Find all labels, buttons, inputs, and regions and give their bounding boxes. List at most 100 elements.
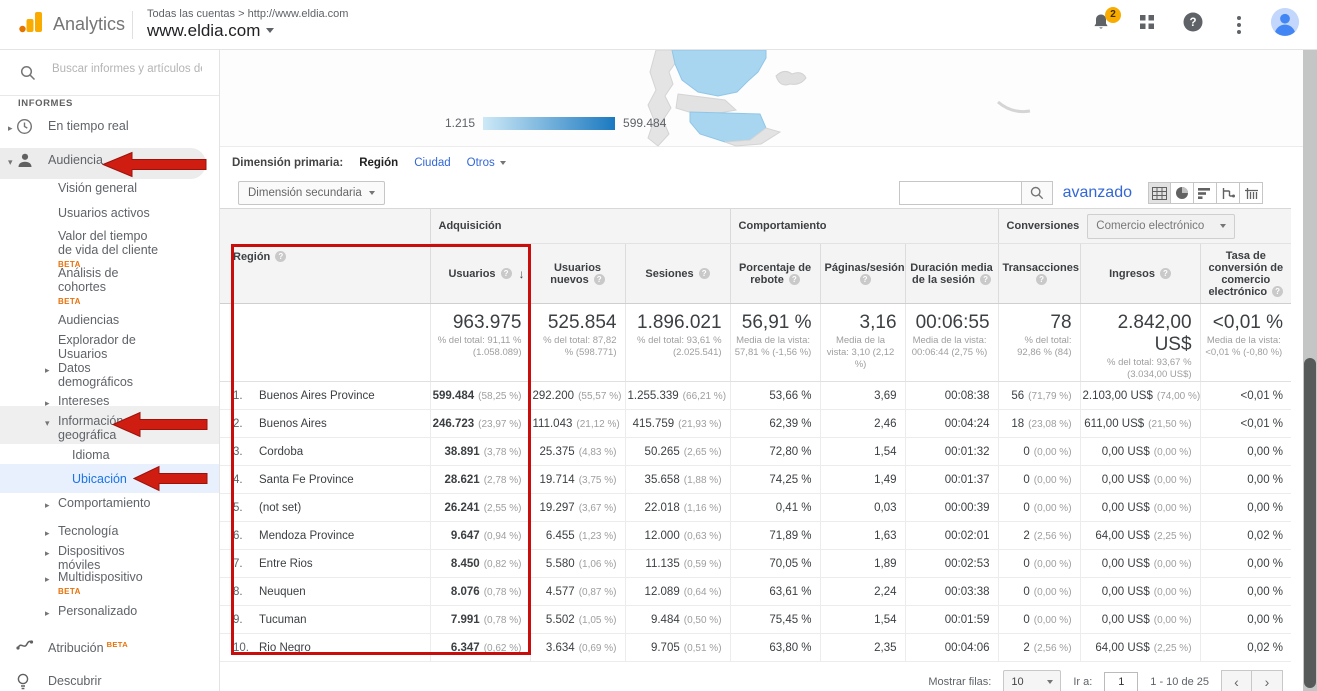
dimension-others-tab[interactable]: Otros [467,157,506,169]
goto-page-input[interactable] [1104,672,1138,691]
dimension-region-tab[interactable]: Región [359,157,398,169]
region-name[interactable]: (not set) [259,502,301,514]
more-options-button[interactable] [1227,13,1251,37]
cell-percent: (0,78 %) [484,587,522,598]
help-button[interactable]: ? [1181,13,1205,37]
help-badge-icon[interactable]: ? [1272,286,1283,297]
column-header-usuarios[interactable]: Usuarios?↓ [430,244,530,304]
region-name[interactable]: Tucuman [259,614,307,626]
cell-tasa-de-conversion-de-comercio-electronico: 0,00 % [1200,550,1291,578]
notifications-button[interactable]: 2 [1089,13,1113,37]
sidebar-item-vision-general[interactable]: Visión general [58,181,137,195]
help-badge-icon[interactable]: ? [594,274,605,285]
cell-percent: (0,00 %) [1034,475,1072,486]
apps-button[interactable] [1135,13,1159,37]
sidebar-item-atribucion[interactable]: AtribuciónBETA [48,638,128,655]
sidebar-item-dispositivos-moviles[interactable]: ▸Dispositivos móviles [58,544,162,572]
sidebar-item-comportamiento[interactable]: ▸Comportamiento [58,496,150,510]
analytics-logo[interactable]: Analytics [0,10,132,39]
comparison-view-button[interactable] [1217,182,1240,204]
sidebar-item-descubrir[interactable]: Descubrir [48,674,102,688]
region-name[interactable]: Buenos Aires [259,418,327,430]
help-badge-icon[interactable]: ? [860,274,871,285]
vertical-scrollbar[interactable] [1303,50,1317,691]
region-name[interactable]: Entre Rios [259,558,313,570]
cell-percent: (0,00 %) [1034,503,1072,514]
help-badge-icon[interactable]: ? [1160,268,1171,279]
legend-gradient [483,117,615,130]
clock-icon [16,118,33,138]
column-header-usuarios-nuevos[interactable]: Usuarios nuevos? [530,244,625,304]
column-header-region[interactable]: Región? [220,209,430,304]
region-name[interactable]: Neuquen [259,586,306,598]
cell-ingresos: 64,00 US$(2,25 %) [1080,522,1200,550]
ecommerce-dropdown[interactable]: Comercio electrónico [1087,214,1235,239]
account-avatar[interactable] [1273,13,1297,37]
region-name[interactable]: Cordoba [259,446,303,458]
cell-percent: (74,00 %) [1157,391,1200,402]
rows-per-page-select[interactable]: 10 [1003,670,1061,691]
advanced-filter-link[interactable]: avanzado [1063,184,1132,202]
chevron-right-icon: ▸ [45,363,50,377]
sidebar-item-idioma[interactable]: Idioma [72,448,110,462]
cell-value: 00:02:53 [945,558,990,570]
sidebar-item-datos-demograficos[interactable]: ▸Datos demográficos [58,361,162,389]
cell-value: 12.089 [645,586,680,598]
cell-usuarios-nuevos: 19.297(3,67 %) [530,494,625,522]
region-name[interactable]: Santa Fe Province [259,474,354,486]
dimension-city-tab[interactable]: Ciudad [414,157,450,169]
help-badge-icon[interactable]: ? [699,268,710,279]
table-view-button[interactable] [1148,182,1171,204]
column-header-paginas-sesion[interactable]: Páginas/sesión? [820,244,905,304]
pivot-view-button[interactable] [1240,182,1263,204]
table-filter-search-button[interactable] [1021,181,1053,205]
summary-duracion-media-de-la-sesion: 00:06:55Media de la vista: 00:06:44 (2,7… [905,304,998,382]
column-header-transacciones[interactable]: Transacciones? [998,244,1080,304]
sidebar-item-explorador-de-usuarios[interactable]: Explorador de Usuarios [58,333,162,361]
sidebar-item-en-tiempo-real[interactable]: ▸En tiempo real [48,119,129,133]
column-header-sesiones[interactable]: Sesiones? [625,244,730,304]
sidebar-item-audiencias[interactable]: Audiencias [58,313,119,327]
column-header-tasa-de-conversion-de-comercio-electronico[interactable]: Tasa de conversión de comercio electróni… [1200,244,1291,304]
prev-page-button[interactable]: ‹ [1221,670,1252,691]
region-name[interactable]: Rio Negro [259,642,311,654]
next-page-button[interactable]: › [1252,670,1283,691]
help-badge-icon[interactable]: ? [980,274,991,285]
sidebar-item-analisis-de-cohortes[interactable]: Análisis de cohortesBETA [58,266,162,309]
help-badge-icon[interactable]: ? [789,274,800,285]
map-patagonia[interactable] [220,50,1303,147]
sidebar-item-informacion-geografica[interactable]: ▾Información geográfica [58,414,162,442]
scrollbar-thumb[interactable] [1304,358,1316,688]
chevron-right-icon: ▸ [45,498,50,512]
region-name[interactable]: Buenos Aires Province [259,390,375,402]
performance-view-button[interactable] [1194,182,1217,204]
sidebar-item-audiencia[interactable]: ▾Audiencia [48,153,103,167]
cell-value: 00:01:32 [945,446,990,458]
column-header-ingresos[interactable]: Ingresos? [1080,244,1200,304]
sidebar-item-tecnologia[interactable]: ▸Tecnología [58,524,118,538]
help-badge-icon[interactable]: ? [275,251,286,262]
summary-subtext: Media de la vista: 3,10 (2,12 %) [825,335,897,371]
sidebar-item-usuarios-activos[interactable]: Usuarios activos [58,206,150,220]
secondary-dimension-button[interactable]: Dimensión secundaria [238,181,385,205]
cell-paginas-sesion: 2,24 [820,578,905,606]
account-selector[interactable]: www.eldia.com [147,21,348,41]
column-header-duracion-media-de-la-sesion[interactable]: Duración media de la sesión? [905,244,998,304]
column-header-porcentaje-de-rebote[interactable]: Porcentaje de rebote? [730,244,820,304]
help-badge-icon[interactable]: ? [1036,274,1047,285]
row-rank: 6. [233,530,259,542]
sidebar-item-intereses[interactable]: ▸Intereses [58,394,109,408]
cell-percent: (0,94 %) [484,531,522,542]
cell-value: 00:03:38 [945,586,990,598]
table-filter-input[interactable] [899,181,1021,205]
sidebar-item-multidispositivo[interactable]: ▸MultidispositivoBETA [58,570,143,599]
sort-descending-icon[interactable]: ↓ [519,267,525,281]
cell-value: 0 [1023,502,1029,514]
percentage-view-button[interactable] [1171,182,1194,204]
sidebar-item-personalizado[interactable]: ▸Personalizado [58,604,137,618]
cell-value: 0 [1023,586,1029,598]
summary-sesiones: 1.896.021% del total: 93,61 % (2.025.541… [625,304,730,382]
help-badge-icon[interactable]: ? [501,268,512,279]
sidebar-item-ubicacion[interactable]: Ubicación [72,472,127,486]
region-name[interactable]: Mendoza Province [259,530,354,542]
